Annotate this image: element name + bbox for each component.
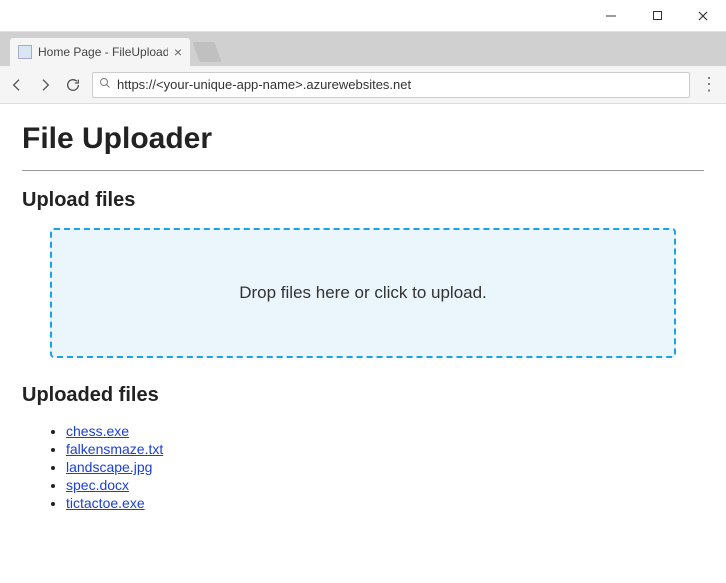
list-item: tictactoe.exe (66, 495, 704, 511)
file-link[interactable]: spec.docx (66, 477, 129, 493)
url-input[interactable] (117, 77, 683, 92)
address-bar[interactable] (92, 72, 690, 98)
browser-menu-button[interactable]: ⋮ (700, 74, 718, 95)
list-item: falkensmaze.txt (66, 441, 704, 457)
divider (22, 170, 704, 171)
file-link[interactable]: falkensmaze.txt (66, 441, 163, 457)
list-item: landscape.jpg (66, 459, 704, 475)
list-item: spec.docx (66, 477, 704, 493)
tab-close-icon[interactable]: × (174, 44, 182, 60)
minimize-button[interactable] (588, 0, 634, 32)
window-titlebar (0, 0, 726, 32)
page-content: File Uploader Upload files Drop files he… (0, 104, 726, 531)
dropzone-text: Drop files here or click to upload. (239, 283, 487, 303)
browser-tab[interactable]: Home Page - FileUploade × (10, 38, 190, 66)
tab-title: Home Page - FileUploade (38, 45, 168, 59)
maximize-button[interactable] (634, 0, 680, 32)
file-link[interactable]: chess.exe (66, 423, 129, 439)
new-tab-button[interactable] (192, 42, 221, 62)
back-button[interactable] (8, 76, 26, 94)
search-icon (99, 76, 111, 94)
file-link[interactable]: tictactoe.exe (66, 495, 145, 511)
tab-strip: Home Page - FileUploade × (0, 32, 726, 66)
upload-dropzone[interactable]: Drop files here or click to upload. (50, 228, 676, 358)
reload-button[interactable] (64, 76, 82, 94)
list-item: chess.exe (66, 423, 704, 439)
forward-button[interactable] (36, 76, 54, 94)
uploaded-heading: Uploaded files (22, 384, 704, 407)
upload-heading: Upload files (22, 189, 704, 212)
file-list: chess.exe falkensmaze.txt landscape.jpg spe… (22, 423, 704, 511)
page-title: File Uploader (22, 122, 704, 156)
close-button[interactable] (680, 0, 726, 32)
browser-toolbar: ⋮ (0, 66, 726, 104)
file-link[interactable]: landscape.jpg (66, 459, 152, 475)
tab-favicon (18, 45, 32, 59)
